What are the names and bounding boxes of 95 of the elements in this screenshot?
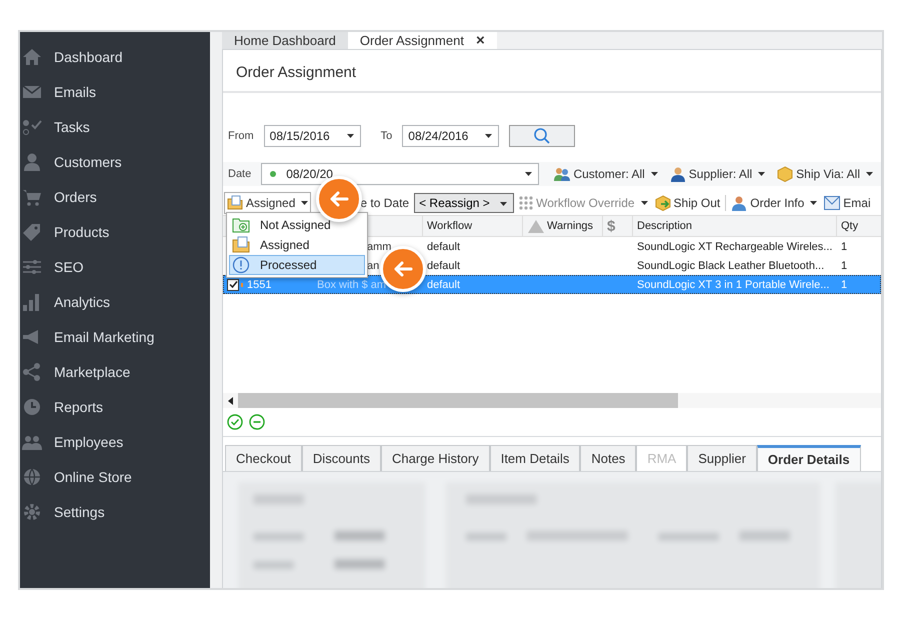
table-cell: 1 <box>841 240 848 252</box>
caret-icon <box>758 172 766 176</box>
from-label: From <box>228 130 254 142</box>
caret-icon <box>485 134 492 138</box>
search-icon <box>533 127 552 145</box>
table-cell: 1551 <box>247 278 272 290</box>
sidebar-item[interactable]: Marketplace <box>20 354 210 389</box>
date-label: Date <box>228 168 252 180</box>
table-cell: Box with $ am <box>317 278 386 290</box>
table-cell: 1 <box>841 260 848 272</box>
folder-plus-icon <box>232 216 250 234</box>
checkbox[interactable] <box>227 278 239 290</box>
caret-icon <box>301 201 308 205</box>
arrow-icon <box>393 261 413 277</box>
table-cell: default <box>427 260 460 272</box>
menu-item[interactable]: Assigned <box>229 235 365 255</box>
sidebar-item[interactable]: Analytics <box>20 284 210 319</box>
supplier-filter[interactable]: Supplier: All <box>666 166 768 182</box>
customer-filter[interactable]: Customer: All <box>551 166 661 182</box>
envelope-icon <box>824 196 840 210</box>
sidebar-item[interactable]: Orders <box>20 179 210 214</box>
sidebar-item[interactable]: Employees <box>20 424 210 459</box>
bar-chart-icon <box>22 292 42 312</box>
sidebar-item[interactable]: Online Store <box>20 459 210 494</box>
tab[interactable]: Order Details <box>756 445 861 471</box>
table-cell: SoundLogic Black Leather Bluetooth... <box>637 260 824 272</box>
gear-icon <box>22 502 42 522</box>
sidebar-item[interactable]: Email Marketing <box>20 319 210 354</box>
tab[interactable]: Order Assignment × <box>348 32 497 49</box>
caret-icon <box>640 201 648 205</box>
date-dropdown[interactable]: 08/20/20 <box>261 163 540 185</box>
tab[interactable]: Checkout <box>225 445 302 471</box>
sidebar-item[interactable]: Dashboard <box>20 39 210 74</box>
page-title: Order Assignment <box>223 50 881 93</box>
date-dropdown[interactable]: 08/15/2016 <box>264 125 361 147</box>
table-cell: amm <box>367 240 392 252</box>
caret-icon <box>810 201 818 205</box>
column-header[interactable]: Qty <box>837 216 882 236</box>
left-arrow-icon[interactable] <box>228 396 233 404</box>
sidebar-item[interactable]: SEO <box>20 249 210 284</box>
caret-icon <box>866 172 873 176</box>
order-info-button[interactable]: Order Info <box>729 195 820 211</box>
sidebar-item[interactable]: Tasks <box>20 109 210 144</box>
caret-icon <box>500 202 508 206</box>
close-icon[interactable]: × <box>476 32 485 49</box>
table-cell: default <box>427 278 460 290</box>
home-icon <box>22 46 42 66</box>
table-cell: an <box>367 260 380 272</box>
share-icon <box>22 362 42 382</box>
column-header[interactable]: Workflow <box>423 216 523 236</box>
tab[interactable]: Home Dashboard <box>222 32 348 49</box>
table-cell: SoundLogic XT 3 in 1 Portable Wirele... <box>637 278 830 290</box>
tab[interactable]: Item Details <box>490 445 580 471</box>
ship-out-button[interactable]: Ship Out <box>652 195 722 211</box>
email-button[interactable]: Emai <box>822 196 873 210</box>
tab[interactable]: Supplier <box>687 445 757 471</box>
dots-icon <box>519 196 534 210</box>
warning-icon <box>527 218 545 234</box>
tab[interactable]: Notes <box>580 445 636 471</box>
tab[interactable]: Discounts <box>302 445 381 471</box>
person-icon <box>731 195 748 211</box>
table-cell: 1 <box>841 278 848 290</box>
menu-item[interactable]: Not Assigned <box>229 215 365 235</box>
caret-icon <box>525 172 532 176</box>
table-cell: default <box>427 240 460 252</box>
person-icon <box>670 166 686 182</box>
reassign-dropdown[interactable]: < Reassign > <box>414 193 514 213</box>
column-header[interactable]: Warnings <box>523 216 603 236</box>
minus-circle-icon[interactable] <box>249 414 265 430</box>
to-label: To <box>380 130 392 142</box>
search-button[interactable] <box>509 125 576 147</box>
sidebar-item[interactable]: Settings <box>20 494 210 529</box>
sidebar-item[interactable]: Products <box>20 214 210 249</box>
sidebar-item[interactable]: Customers <box>20 144 210 179</box>
caret-icon <box>650 172 658 176</box>
tab[interactable]: Charge History <box>381 445 490 471</box>
column-header[interactable]: Description <box>633 216 837 236</box>
sidebar-item[interactable]: Emails <box>20 74 210 109</box>
check-circle-icon[interactable] <box>227 414 243 430</box>
folder-icon <box>232 236 250 254</box>
workflow-override-button[interactable]: Workflow Override <box>517 196 650 210</box>
arrow-icon <box>329 191 349 207</box>
table-cell: SoundLogic XT Rechargeable Wireles... <box>637 240 832 252</box>
date-dropdown[interactable]: 08/24/2016 <box>402 125 500 147</box>
tab-label: Home Dashboard <box>234 33 336 48</box>
menu-item[interactable]: Processed <box>229 255 365 275</box>
info-icon <box>232 256 250 274</box>
tab-label: Order Assignment <box>360 33 464 48</box>
caret-icon <box>346 134 354 138</box>
person-icon <box>22 152 42 172</box>
ship-via-filter[interactable]: Ship Via: All <box>774 166 876 182</box>
folder-icon <box>227 195 243 211</box>
people-icon <box>554 166 570 182</box>
horizontal-scrollbar[interactable] <box>223 393 881 408</box>
sidebar-item[interactable]: Reports <box>20 389 210 424</box>
